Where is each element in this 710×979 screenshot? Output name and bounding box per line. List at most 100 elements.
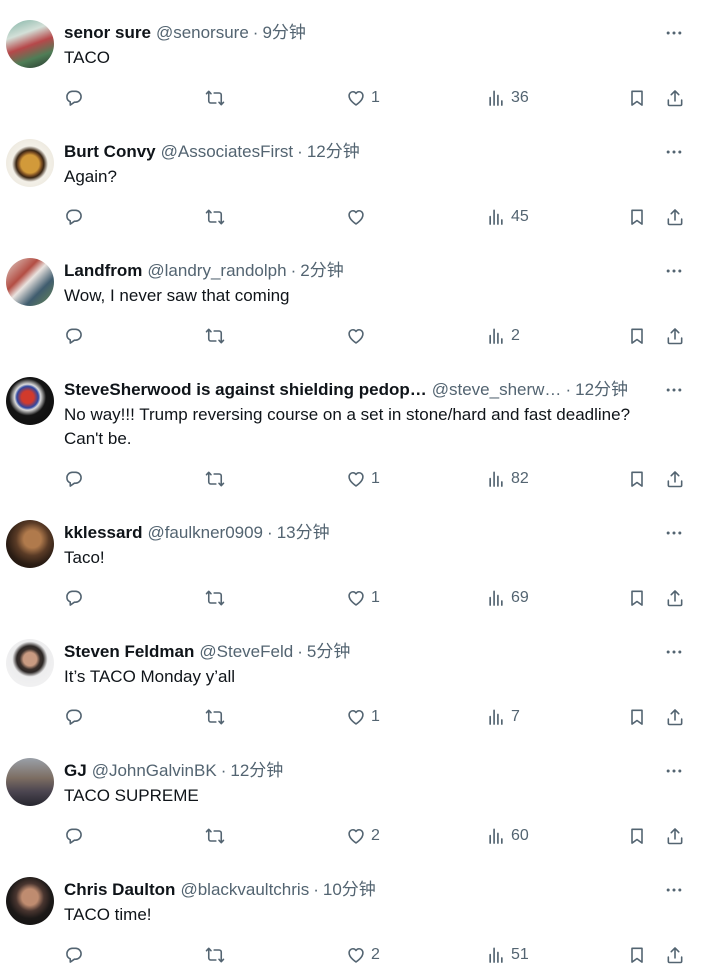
retweet-button[interactable] bbox=[205, 324, 225, 348]
heart-icon[interactable] bbox=[346, 469, 366, 489]
more-button[interactable] bbox=[664, 761, 684, 781]
retweet-icon[interactable] bbox=[205, 945, 225, 965]
avatar[interactable] bbox=[6, 20, 54, 68]
user-handle[interactable]: @AssociatesFirst bbox=[161, 142, 294, 161]
reply-tweet[interactable]: Steven Feldman @SteveFeld · 5分钟 It’s TACO M… bbox=[0, 619, 710, 738]
bookmark-button[interactable] bbox=[627, 467, 647, 491]
user-handle[interactable]: @faulkner0909 bbox=[147, 523, 263, 542]
reply-icon[interactable] bbox=[64, 826, 84, 846]
share-icon[interactable] bbox=[665, 588, 685, 608]
avatar[interactable] bbox=[6, 520, 54, 568]
more-icon[interactable] bbox=[664, 761, 684, 781]
views-button[interactable]: 36 bbox=[486, 86, 529, 110]
share-icon[interactable] bbox=[665, 826, 685, 846]
reply-tweet[interactable]: GJ @JohnGalvinBK · 12分钟 TACO SUPREME 2 6… bbox=[0, 738, 710, 857]
share-button[interactable] bbox=[665, 467, 685, 491]
share-button[interactable] bbox=[665, 705, 685, 729]
views-icon[interactable] bbox=[486, 588, 506, 608]
share-icon[interactable] bbox=[665, 945, 685, 965]
reply-tweet[interactable]: senor sure @senorsure · 9分钟 TACO 1 36 bbox=[0, 0, 710, 119]
views-button[interactable]: 51 bbox=[486, 943, 529, 967]
more-icon[interactable] bbox=[664, 380, 684, 400]
bookmark-icon[interactable] bbox=[627, 945, 647, 965]
retweet-button[interactable] bbox=[205, 943, 225, 967]
retweet-icon[interactable] bbox=[205, 326, 225, 346]
share-icon[interactable] bbox=[665, 326, 685, 346]
more-button[interactable] bbox=[664, 523, 684, 543]
reply-button[interactable] bbox=[64, 324, 84, 348]
share-button[interactable] bbox=[665, 324, 685, 348]
heart-icon[interactable] bbox=[346, 707, 366, 727]
user-handle[interactable]: @JohnGalvinBK bbox=[92, 761, 217, 780]
more-button[interactable] bbox=[664, 142, 684, 162]
reply-tweet[interactable]: kklessard @faulkner0909 · 13分钟 Taco! 1 6… bbox=[0, 500, 710, 619]
views-button[interactable]: 60 bbox=[486, 824, 529, 848]
bookmark-button[interactable] bbox=[627, 586, 647, 610]
avatar[interactable] bbox=[6, 758, 54, 806]
like-button[interactable]: 2 bbox=[346, 824, 380, 848]
retweet-icon[interactable] bbox=[205, 88, 225, 108]
views-icon[interactable] bbox=[486, 826, 506, 846]
more-button[interactable] bbox=[664, 23, 684, 43]
bookmark-button[interactable] bbox=[627, 324, 647, 348]
reply-button[interactable] bbox=[64, 586, 84, 610]
user-handle[interactable]: @senorsure bbox=[156, 23, 249, 42]
reply-tweet[interactable]: Chris Daulton @blackvaultchris · 10分钟 TACO … bbox=[0, 857, 710, 976]
share-button[interactable] bbox=[665, 86, 685, 110]
share-button[interactable] bbox=[665, 586, 685, 610]
bookmark-icon[interactable] bbox=[627, 88, 647, 108]
display-name[interactable]: kklessard bbox=[64, 523, 142, 542]
retweet-button[interactable] bbox=[205, 824, 225, 848]
timestamp[interactable]: 10分钟 bbox=[323, 880, 376, 899]
retweet-button[interactable] bbox=[205, 705, 225, 729]
like-button[interactable]: 1 bbox=[346, 705, 380, 729]
reply-tweet[interactable]: Landfrom @landry_randolph · 2分钟 Wow, I neve… bbox=[0, 238, 710, 357]
retweet-icon[interactable] bbox=[205, 469, 225, 489]
avatar[interactable] bbox=[6, 377, 54, 425]
views-icon[interactable] bbox=[486, 707, 506, 727]
bookmark-icon[interactable] bbox=[627, 588, 647, 608]
bookmark-button[interactable] bbox=[627, 943, 647, 967]
user-handle[interactable]: @landry_randolph bbox=[147, 261, 286, 280]
bookmark-icon[interactable] bbox=[627, 707, 647, 727]
timestamp[interactable]: 2分钟 bbox=[300, 261, 343, 280]
views-button[interactable]: 69 bbox=[486, 586, 529, 610]
timestamp[interactable]: 12分钟 bbox=[575, 380, 628, 399]
bookmark-button[interactable] bbox=[627, 705, 647, 729]
reply-button[interactable] bbox=[64, 205, 84, 229]
views-button[interactable]: 82 bbox=[486, 467, 529, 491]
retweet-icon[interactable] bbox=[205, 826, 225, 846]
retweet-button[interactable] bbox=[205, 86, 225, 110]
views-button[interactable]: 7 bbox=[486, 705, 520, 729]
reply-icon[interactable] bbox=[64, 207, 84, 227]
more-icon[interactable] bbox=[664, 642, 684, 662]
more-button[interactable] bbox=[664, 642, 684, 662]
heart-icon[interactable] bbox=[346, 826, 366, 846]
bookmark-button[interactable] bbox=[627, 824, 647, 848]
views-icon[interactable] bbox=[486, 207, 506, 227]
share-button[interactable] bbox=[665, 205, 685, 229]
share-icon[interactable] bbox=[665, 88, 685, 108]
like-button[interactable]: 2 bbox=[346, 943, 380, 967]
like-button[interactable]: 1 bbox=[346, 467, 380, 491]
like-button[interactable]: 1 bbox=[346, 86, 380, 110]
retweet-icon[interactable] bbox=[205, 707, 225, 727]
like-button[interactable]: 1 bbox=[346, 586, 380, 610]
reply-button[interactable] bbox=[64, 943, 84, 967]
reply-icon[interactable] bbox=[64, 326, 84, 346]
bookmark-button[interactable] bbox=[627, 86, 647, 110]
timestamp[interactable]: 5分钟 bbox=[307, 642, 350, 661]
reply-tweet[interactable]: Burt Convy @AssociatesFirst · 12分钟 Again? bbox=[0, 119, 710, 238]
reply-icon[interactable] bbox=[64, 469, 84, 489]
more-button[interactable] bbox=[664, 261, 684, 281]
reply-button[interactable] bbox=[64, 705, 84, 729]
reply-tweet[interactable]: SteveSherwood is against shielding pedop… bbox=[0, 357, 710, 500]
timestamp[interactable]: 9分钟 bbox=[262, 23, 305, 42]
retweet-button[interactable] bbox=[205, 467, 225, 491]
user-handle[interactable]: @blackvaultchris bbox=[180, 880, 309, 899]
display-name[interactable]: GJ bbox=[64, 761, 87, 780]
views-icon[interactable] bbox=[486, 469, 506, 489]
timestamp[interactable]: 12分钟 bbox=[230, 761, 283, 780]
display-name[interactable]: Chris Daulton bbox=[64, 880, 175, 899]
share-icon[interactable] bbox=[665, 207, 685, 227]
